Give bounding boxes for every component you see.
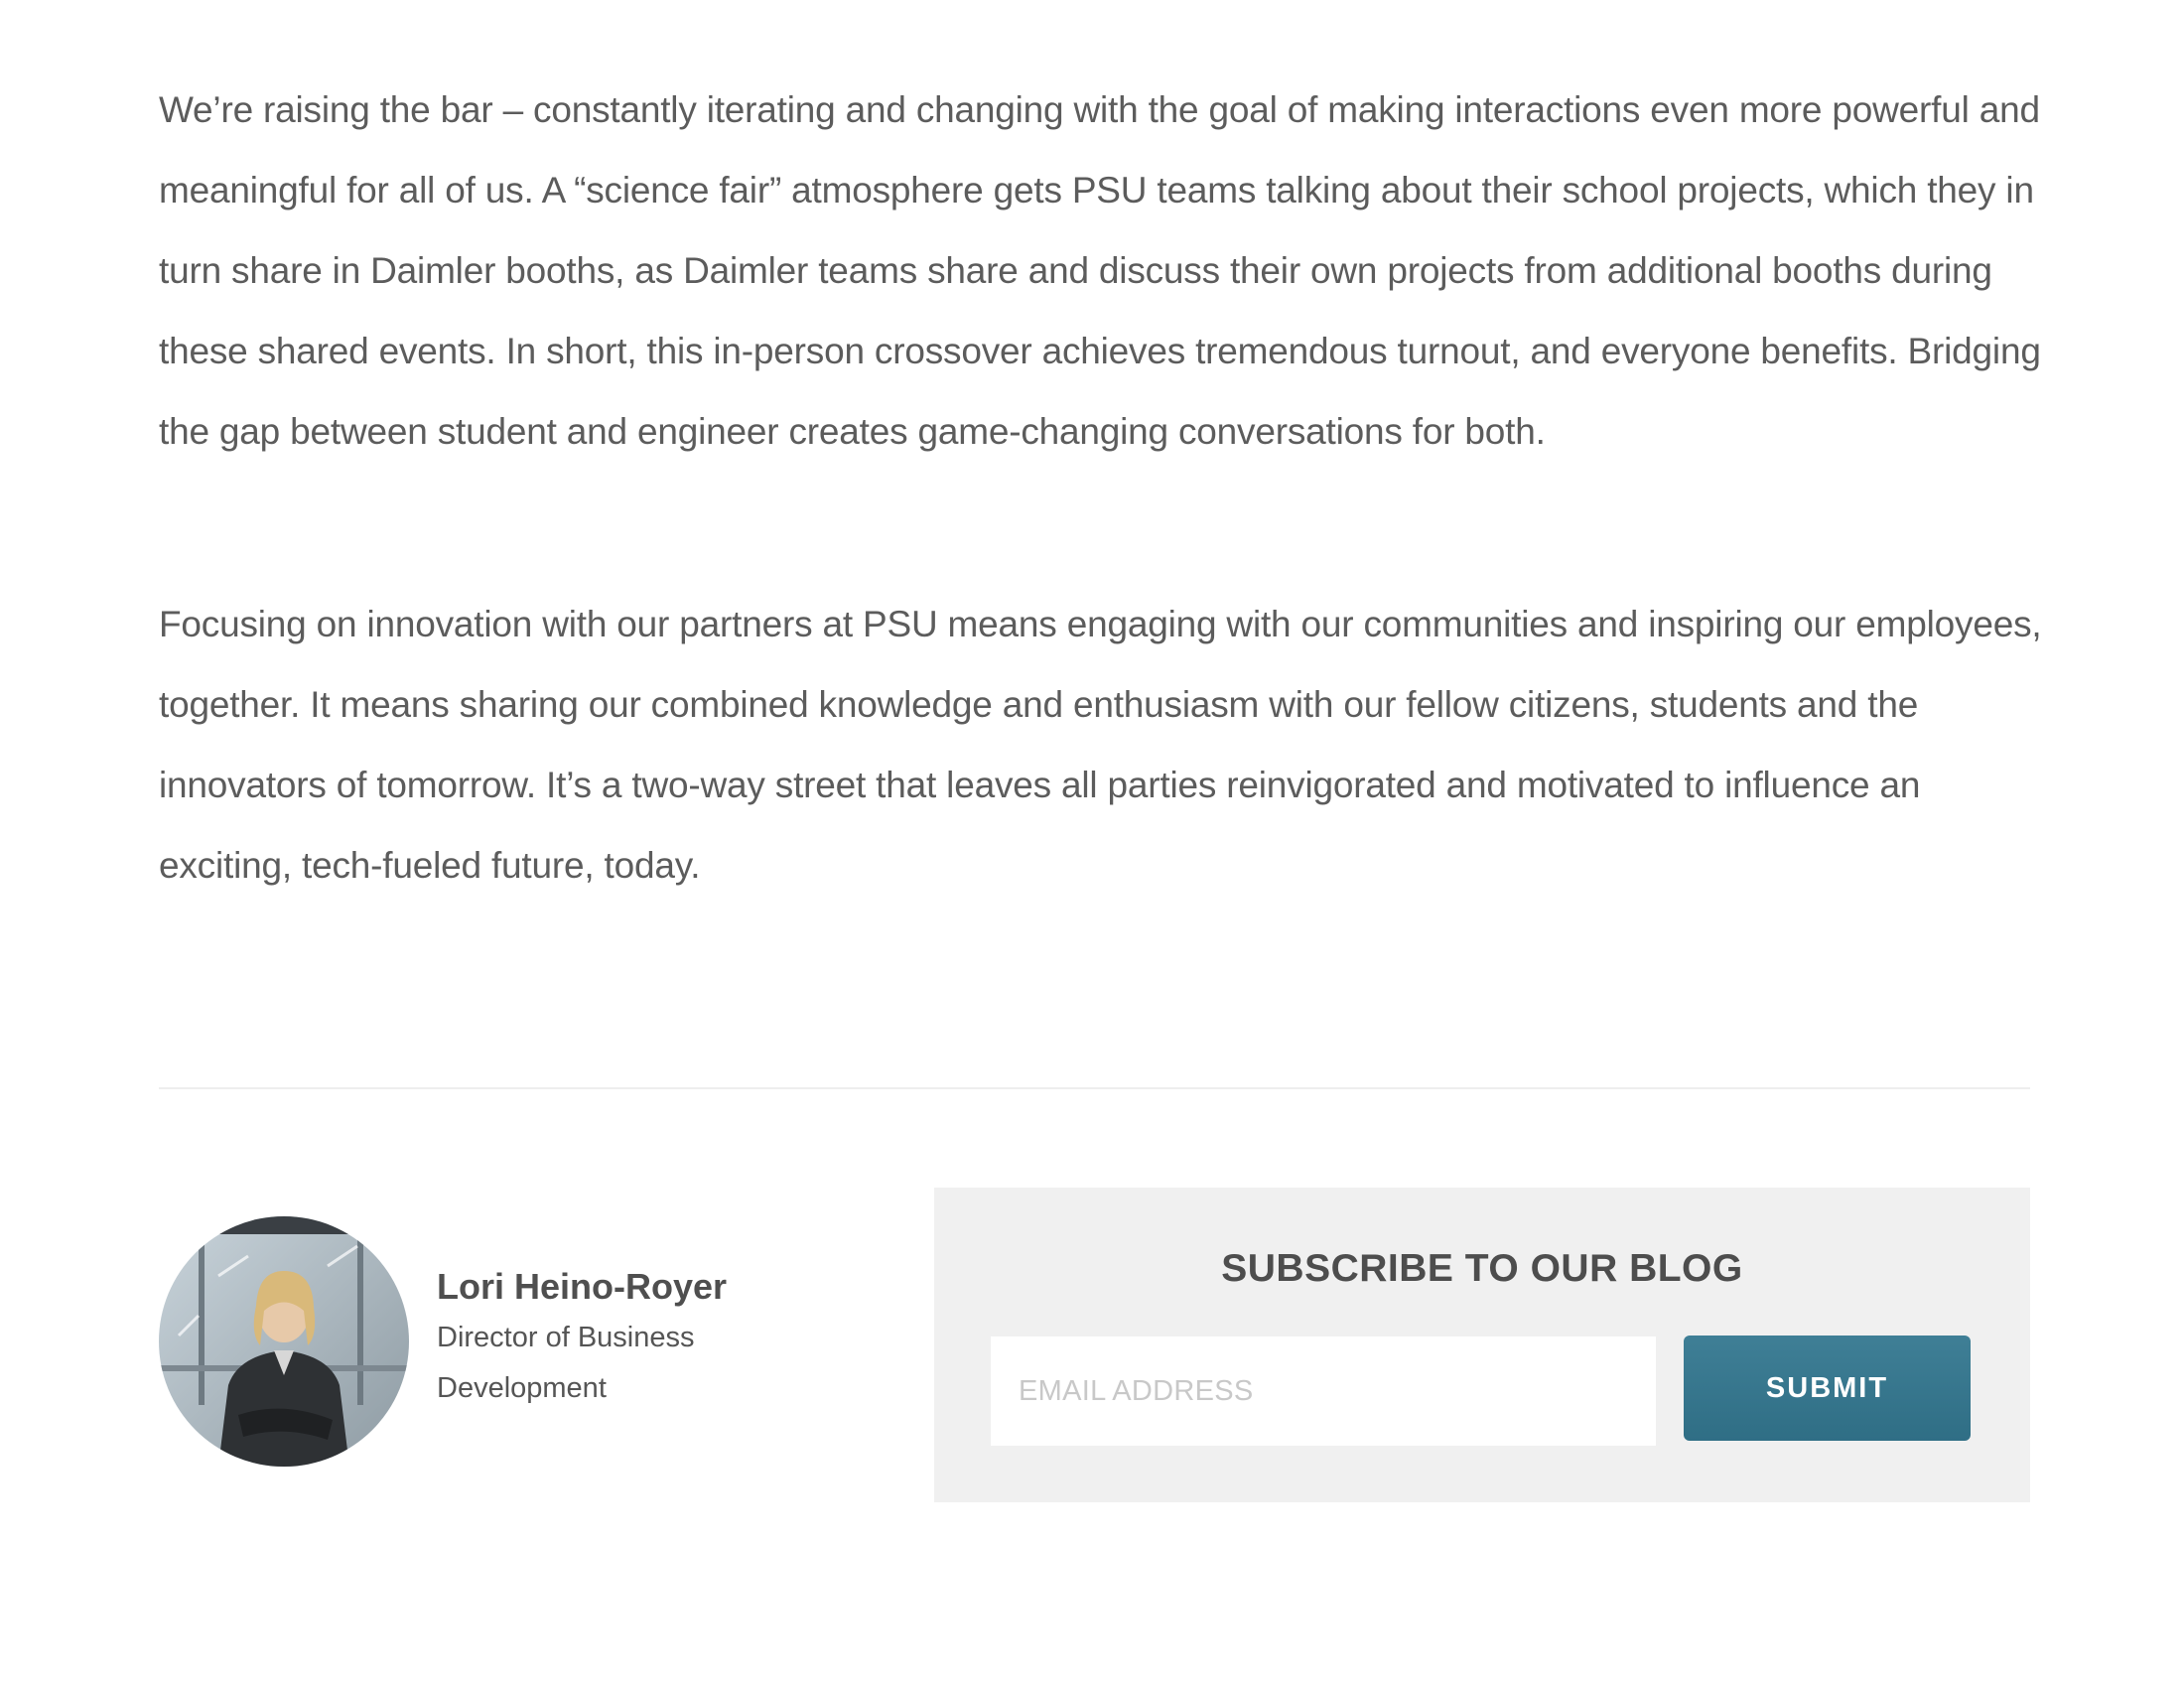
author-avatar bbox=[159, 1216, 409, 1467]
section-divider bbox=[159, 1087, 2030, 1089]
author-card: Lori Heino-Royer Director of Business De… bbox=[159, 1216, 754, 1467]
submit-button[interactable]: SUBMIT bbox=[1684, 1336, 1971, 1441]
author-name: Lori Heino-Royer bbox=[437, 1266, 728, 1307]
article-paragraph: Focusing on innovation with our partners… bbox=[159, 604, 2042, 886]
email-field[interactable] bbox=[991, 1336, 1656, 1446]
person-photo-icon bbox=[159, 1216, 409, 1467]
article-paragraph: We’re raising the bar – constantly itera… bbox=[159, 89, 2041, 452]
subscribe-panel: SUBSCRIBE TO OUR BLOG SUBMIT bbox=[934, 1188, 2030, 1502]
subscribe-title: SUBSCRIBE TO OUR BLOG bbox=[1221, 1247, 1743, 1290]
author-info: Lori Heino-Royer Director of Business De… bbox=[437, 1263, 754, 1414]
author-role: Director of Business Development bbox=[437, 1322, 695, 1404]
article-body: We’re raising the bar – constantly itera… bbox=[159, 70, 2045, 906]
